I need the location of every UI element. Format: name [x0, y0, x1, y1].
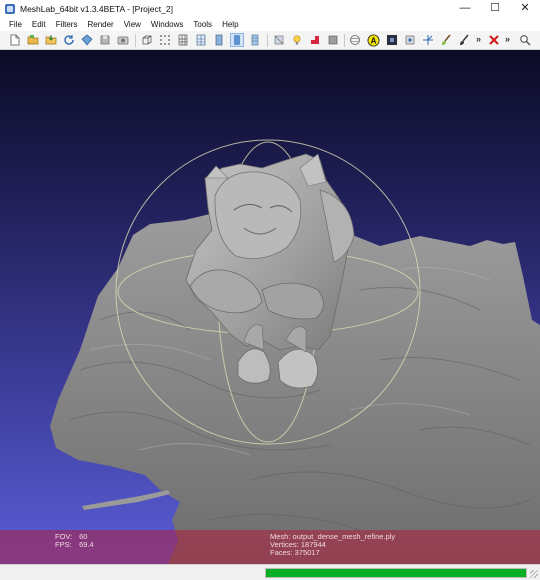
fps-label: FPS:	[55, 540, 72, 549]
view-info: FOV: 60 FPS: 69.4	[55, 533, 94, 549]
close-window-button[interactable]: ✕	[510, 0, 540, 17]
progress-fill	[266, 569, 526, 577]
delete-icon[interactable]	[487, 33, 501, 47]
main-toolbar: A » »	[0, 31, 540, 50]
menu-help[interactable]: Help	[222, 20, 238, 29]
export-mesh-icon[interactable]	[80, 33, 94, 47]
resize-grip[interactable]	[530, 570, 538, 578]
progress-bar	[265, 568, 527, 578]
title-bar: MeshLab_64bit v1.3.4BETA - [Project_2] —…	[0, 0, 540, 17]
vertex-colors-icon[interactable]	[308, 33, 322, 47]
status-bar	[0, 564, 540, 580]
3d-viewport[interactable]: FOV: 60 FPS: 69.4 Mesh: output_dense_mes…	[0, 50, 540, 564]
points-icon[interactable]	[158, 33, 172, 47]
menu-edit[interactable]: Edit	[32, 20, 46, 29]
bounding-box-icon[interactable]	[140, 33, 154, 47]
annotation-icon[interactable]: A	[366, 33, 380, 47]
fps-value: 69.4	[79, 540, 94, 549]
trackball-icon[interactable]	[348, 33, 362, 47]
face-colors-icon[interactable]	[326, 33, 340, 47]
menu-view[interactable]: View	[124, 20, 141, 29]
measure-icon[interactable]	[421, 33, 435, 47]
window-title: MeshLab_64bit v1.3.4BETA - [Project_2]	[20, 3, 173, 14]
menu-file[interactable]: File	[9, 20, 22, 29]
maximize-button[interactable]: ☐	[480, 0, 510, 17]
select-vertices-icon[interactable]	[403, 33, 417, 47]
toolbar-overflow-right[interactable]: »	[505, 34, 510, 44]
menu-windows[interactable]: Windows	[151, 20, 183, 29]
zoom-icon[interactable]	[518, 33, 532, 47]
menu-filters[interactable]: Filters	[56, 20, 78, 29]
texture-map-icon[interactable]	[272, 33, 286, 47]
save-snapshot-icon[interactable]	[98, 33, 112, 47]
snapshot-camera-icon[interactable]	[116, 33, 130, 47]
wireframe-icon[interactable]	[176, 33, 190, 47]
smooth-shading-icon[interactable]	[230, 33, 244, 47]
toolbar-overflow-left[interactable]: »	[476, 34, 481, 44]
select-faces-icon[interactable]	[385, 33, 399, 47]
light-icon[interactable]	[290, 33, 304, 47]
flat-shading-icon[interactable]	[212, 33, 226, 47]
import-mesh-icon[interactable]	[44, 33, 58, 47]
faces-label: Faces:	[270, 548, 293, 557]
new-project-icon[interactable]	[8, 33, 22, 47]
color-brush-icon[interactable]	[457, 33, 471, 47]
menu-tools[interactable]: Tools	[193, 20, 212, 29]
menu-bar: File Edit Filters Render View Windows To…	[0, 17, 540, 31]
mesh-render[interactable]	[0, 50, 540, 564]
mesh-info: Mesh: output_dense_mesh_refine.ply Verti…	[270, 533, 395, 557]
open-project-icon[interactable]	[26, 33, 40, 47]
minimize-button[interactable]: —	[450, 0, 480, 17]
reload-icon[interactable]	[62, 33, 76, 47]
meshlab-app-icon[interactable]	[5, 3, 15, 14]
hidden-lines-icon[interactable]	[194, 33, 208, 47]
paint-brush-icon[interactable]	[439, 33, 453, 47]
mesh-spike	[82, 490, 170, 510]
texture-icon[interactable]	[248, 33, 262, 47]
window-controls: — ☐ ✕	[450, 0, 540, 17]
menu-render[interactable]: Render	[87, 20, 113, 29]
info-overlay: FOV: 60 FPS: 69.4 Mesh: output_dense_mes…	[0, 530, 540, 564]
annotation-letter: A	[370, 36, 376, 45]
faces-count: 375017	[294, 548, 320, 557]
